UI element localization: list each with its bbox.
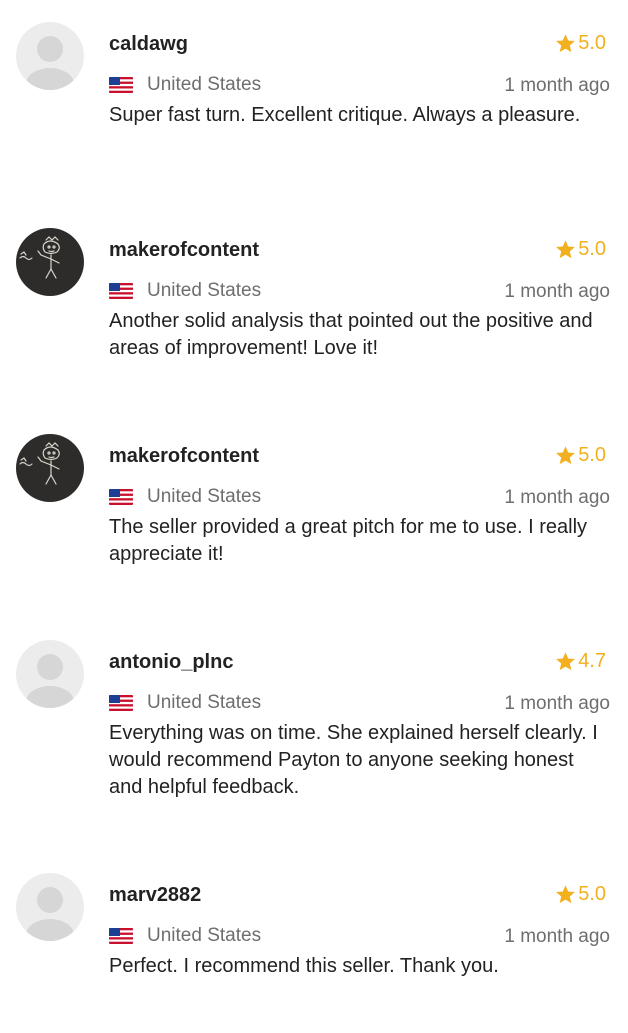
review-item: antonio_plnc 4.7 United States 1 month a… <box>0 640 628 800</box>
chalk-avatar-icon <box>16 434 84 502</box>
star-icon <box>556 651 576 670</box>
default-avatar-icon <box>16 873 84 941</box>
review-time: 1 month ago <box>504 75 610 96</box>
review-text: The seller provided a great pitch for me… <box>109 516 588 565</box>
country-name: United States <box>147 925 262 946</box>
avatar[interactable] <box>16 228 84 296</box>
review-time: 1 month ago <box>504 281 610 302</box>
us-flag-icon <box>109 77 133 93</box>
review-time: 1 month ago <box>504 487 610 508</box>
review-item: caldawg 5.0 United States 1 month ago Su… <box>0 22 628 182</box>
avatar[interactable] <box>16 22 84 90</box>
rating-value: 5.0 <box>578 883 606 905</box>
reviewer-country: United States <box>109 924 261 948</box>
reviewer-username[interactable]: marv2882 <box>109 883 201 907</box>
avatar[interactable] <box>16 873 84 941</box>
rating-value: 5.0 <box>578 444 606 466</box>
country-name: United States <box>147 280 262 301</box>
default-avatar-icon <box>16 22 84 90</box>
star-icon <box>556 884 576 903</box>
us-flag-icon <box>109 283 133 299</box>
review-text: Everything was on time. She explained he… <box>109 722 598 798</box>
country-name: United States <box>147 486 262 507</box>
reviewer-username[interactable]: caldawg <box>109 32 188 56</box>
reviewer-username[interactable]: antonio_plnc <box>109 650 233 674</box>
country-name: United States <box>147 692 262 713</box>
default-avatar-icon <box>16 640 84 708</box>
review-text: Super fast turn. Excellent critique. Alw… <box>109 104 581 126</box>
us-flag-icon <box>109 489 133 505</box>
rating-value: 5.0 <box>578 238 606 260</box>
reviewer-country: United States <box>109 279 261 303</box>
avatar[interactable] <box>16 434 84 502</box>
star-icon <box>556 239 576 258</box>
review-item: makerofcontent 5.0 United States 1 month… <box>0 228 628 388</box>
rating: 4.7 <box>555 649 606 673</box>
star-icon <box>556 33 576 52</box>
review-time: 1 month ago <box>504 693 610 714</box>
rating-value: 4.7 <box>578 650 606 672</box>
review-text: Another solid analysis that pointed out … <box>109 310 593 359</box>
country-name: United States <box>147 74 262 95</box>
review-item: marv2882 5.0 United States 1 month ago P… <box>0 873 628 1033</box>
rating: 5.0 <box>555 443 606 467</box>
reviewer-country: United States <box>109 73 261 97</box>
review-text: Perfect. I recommend this seller. Thank … <box>109 955 499 977</box>
us-flag-icon <box>109 695 133 711</box>
reviewer-username[interactable]: makerofcontent <box>109 444 259 468</box>
review-item: makerofcontent 5.0 United States 1 month… <box>0 434 628 594</box>
rating: 5.0 <box>555 237 606 261</box>
reviewer-country: United States <box>109 691 261 715</box>
rating: 5.0 <box>555 882 606 906</box>
us-flag-icon <box>109 928 133 944</box>
avatar[interactable] <box>16 640 84 708</box>
reviewer-username[interactable]: makerofcontent <box>109 238 259 262</box>
review-time: 1 month ago <box>504 926 610 947</box>
rating-value: 5.0 <box>578 32 606 54</box>
star-icon <box>556 445 576 464</box>
reviewer-country: United States <box>109 485 261 509</box>
chalk-avatar-icon <box>16 228 84 296</box>
rating: 5.0 <box>555 31 606 55</box>
